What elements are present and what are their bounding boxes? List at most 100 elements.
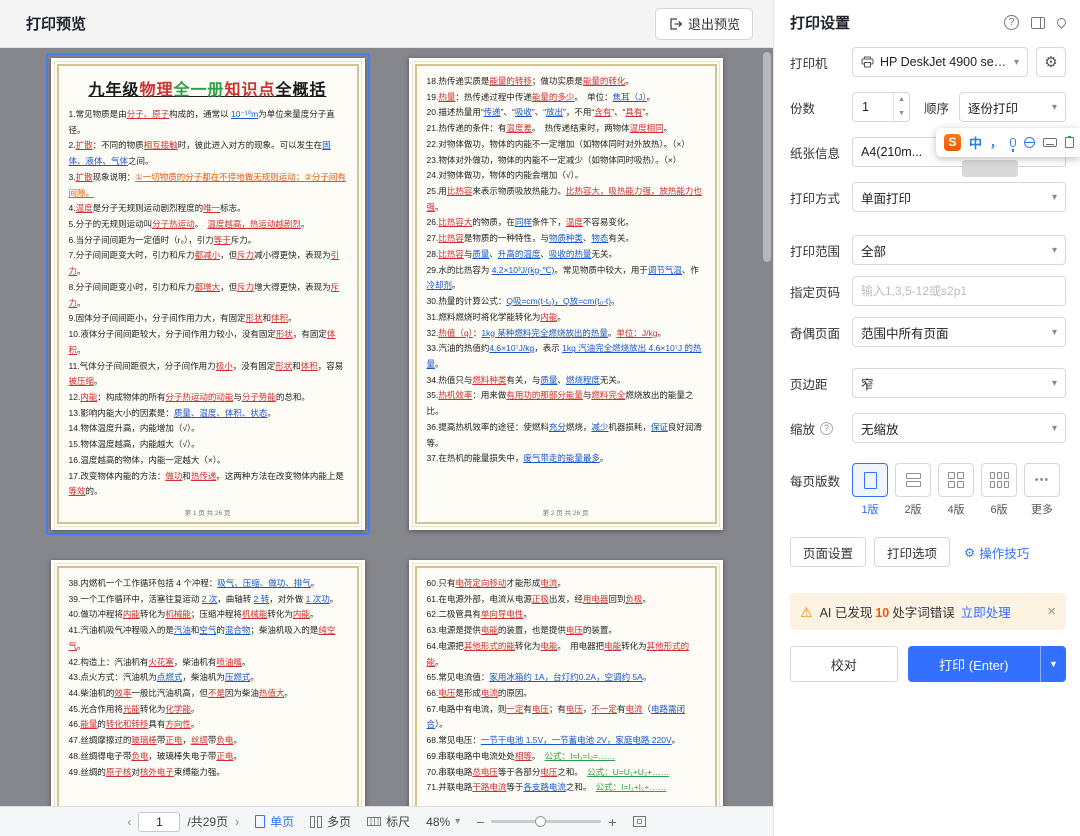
decrement-icon[interactable]: ▼ <box>894 107 909 121</box>
ime-mode-indicator[interactable]: 中 <box>969 133 982 152</box>
ruler-toggle-button[interactable]: 标尺 <box>367 813 410 830</box>
document-line: 61.在电源外部，电流从电源正极出发，经用电器回到负极。 <box>426 593 651 604</box>
pages-spec-label: 指定页码 <box>790 285 841 300</box>
pin-icon[interactable] <box>1055 16 1068 29</box>
order-select[interactable]: 逐份打印 ▾ <box>959 92 1066 122</box>
fix-now-link[interactable]: 立即处理 <box>961 606 1011 620</box>
odd-even-select[interactable]: 范围中所有页面 ▾ <box>852 317 1066 347</box>
keyboard-icon[interactable] <box>1043 138 1057 147</box>
document-line: 25.用比热容来表示物质吸放热能力。比热容大，吸热能力强，放热能力也强。 <box>426 186 702 212</box>
proofread-button[interactable]: 校对 <box>790 646 898 682</box>
scale-label: 缩放 <box>790 422 816 437</box>
document-line: 21.热传递的条件：有温度差。 热传递结束时，两物体温度相同。 <box>426 123 673 134</box>
ime-toolbar-shadow <box>962 160 1018 177</box>
microphone-icon[interactable] <box>1010 138 1016 152</box>
per-sheet-option-2版[interactable]: 2版 <box>895 463 931 517</box>
multi-page-view-button[interactable]: 多页 <box>310 813 351 830</box>
document-preview-area[interactable]: 九年级物理全一册知识点全概括 1.常见物质是由分子、原子构成的，通常以 10⁻¹⁰… <box>0 48 773 806</box>
print-settings-panel: 打印设置 ? 打印机 HP DeskJet 4900 series ▾ ⚙ 份数… <box>773 0 1080 836</box>
ime-skin-icon[interactable] <box>1024 137 1035 148</box>
ime-punctuation-icon[interactable]: ， <box>990 134 1002 151</box>
scale-row: 缩放 ? 无缩放 ▾ <box>790 413 1066 443</box>
preview-scrollbar[interactable] <box>763 52 771 802</box>
ruler-label: 标尺 <box>386 815 411 829</box>
info-icon[interactable]: ? <box>820 421 834 435</box>
document-line: 41.汽油机吸气冲程吸入的是汽油和空气的混合物；柴油机吸入的是纯空气。 <box>68 625 336 651</box>
per-sheet-option-1版[interactable]: 1版 <box>852 463 888 517</box>
odd-even-label: 奇偶页面 <box>790 326 841 341</box>
clipboard-icon[interactable] <box>1065 136 1074 148</box>
ime-toolbar[interactable]: S 中 ， <box>935 128 1080 157</box>
per-sheet-option-label: 4版 <box>947 504 965 516</box>
ruler-icon <box>367 817 382 826</box>
pages-spec-input[interactable] <box>852 276 1066 306</box>
margins-select[interactable]: 窄 ▾ <box>852 368 1066 398</box>
copies-stepper-arrows: ▲ ▼ <box>893 93 909 121</box>
print-dropdown-caret[interactable]: ▼ <box>1040 646 1066 682</box>
document-line: 31.燃料燃烧时将化学能转化为内能。 <box>426 311 566 322</box>
scrollbar-thumb[interactable] <box>763 52 771 262</box>
page-slot[interactable]: 18.热传递实质是能量的转移；做功实质是能量的转化。 19.热量：热传递过程中传递… <box>404 53 728 535</box>
preview-topbar: 打印预览 退出预览 <box>0 0 773 48</box>
document-line: 5.分子的无规则运动叫分子热运动。 温度越高，热运动越剧烈。 <box>68 219 310 230</box>
page-slot[interactable]: 38.内燃机一个工作循环包括 4 个冲程：吸气、压缩、做功、排气。 39.一个工作… <box>46 555 370 806</box>
ime-logo-icon[interactable]: S <box>943 134 961 151</box>
close-icon[interactable]: × <box>1047 603 1056 620</box>
fit-page-icon[interactable] <box>632 816 646 827</box>
help-icon[interactable]: ? <box>1004 15 1019 30</box>
ai-notice-text: AI 已发现 10 处字词错误 立即处理 <box>819 606 1011 620</box>
document-line: 48.丝绸得电子带负电，玻璃棒失电子带正电。 <box>68 750 242 761</box>
printer-properties-button[interactable]: ⚙ <box>1036 47 1066 77</box>
tips-link[interactable]: ⚙ 操作技巧 <box>964 543 1029 562</box>
chevron-down-icon: ▾ <box>1051 191 1057 203</box>
odd-even-value: 范围中所有页面 <box>861 326 949 341</box>
multi-page-label: 多页 <box>327 815 352 829</box>
scale-select[interactable]: 无缩放 ▾ <box>852 413 1066 443</box>
document-line: 27.比热容是物质的一种特性，与物质种类、物态有关。 <box>426 233 634 244</box>
document-line: 23.物体对外做功，物体的内能不一定减少（如物体同时吸热）。（×） <box>426 154 682 165</box>
print-options-button[interactable]: 打印选项 <box>874 537 951 567</box>
ai-proofread-notice: ⚠ AI 已发现 10 处字词错误 立即处理 × <box>790 593 1066 630</box>
document-line: 32.热值（q）：1kg 某种燃料完全燃烧放出的热量。单位：J/kg。 <box>426 327 667 338</box>
page-slot[interactable]: 60.只有电荷定向移动才能形成电流。 61.在电源外部，电流从电源正极出发，经用电… <box>404 555 728 806</box>
print-range-select[interactable]: 全部 ▾ <box>852 235 1066 265</box>
zoom-slider-thumb[interactable] <box>535 816 547 827</box>
page-title: 打印预览 <box>26 16 87 33</box>
exit-preview-button[interactable]: 退出预览 <box>654 7 753 40</box>
document-line: 22.对物体做功，物体的内能不一定增加（如物体同时对外放热）。（×） <box>426 138 690 149</box>
per-sheet-option-label: 2版 <box>904 504 922 516</box>
layout-panel-icon[interactable] <box>1031 16 1045 29</box>
document-line: 62.二极管具有单向导电性。 <box>426 609 532 620</box>
zoom-in-button[interactable]: + <box>608 814 616 830</box>
printer-icon <box>861 56 874 68</box>
document-line: 8.分子间间距变小时，引力和斥力都增大，但斥力增大得更快，表现为斥力。 <box>68 281 340 308</box>
previous-page-icon[interactable]: ‹ <box>127 815 131 829</box>
printer-select[interactable]: HP DeskJet 4900 series ▾ <box>852 47 1028 77</box>
print-button[interactable]: 打印 (Enter) ▼ <box>907 646 1066 682</box>
next-page-icon[interactable]: › <box>235 815 239 829</box>
page-number-input[interactable] <box>138 811 181 832</box>
per-sheet-icon <box>863 471 877 489</box>
page-setup-button[interactable]: 页面设置 <box>790 537 867 567</box>
increment-icon[interactable]: ▲ <box>894 93 909 107</box>
document-line: 14.物体温度升高，内能增加（√）。 <box>68 423 200 434</box>
per-sheet-option-4版[interactable]: 4版 <box>938 463 974 517</box>
page-slot[interactable]: 九年级物理全一册知识点全概括 1.常见物质是由分子、原子构成的，通常以 10⁻¹⁰… <box>45 53 370 535</box>
order-label: 顺序 <box>924 101 950 116</box>
settings-buttons-row: 页面设置 打印选项 ⚙ 操作技巧 <box>790 537 1066 567</box>
zoom-out-button[interactable]: − <box>476 814 484 830</box>
document-line: 19.热量：热传递过程中传递能量的多少。 单位：焦耳（J）。 <box>426 91 656 102</box>
order-value: 逐份打印 <box>968 101 1019 116</box>
document-line: 37.在热机的能量损失中，废气带走的能量最多。 <box>426 453 609 464</box>
zoom-controls: − + <box>476 814 616 830</box>
per-sheet-option-6版[interactable]: 6版 <box>981 463 1017 517</box>
zoom-slider[interactable] <box>491 816 602 827</box>
chevron-down-icon: ▾ <box>1051 244 1057 256</box>
per-sheet-option-更多[interactable]: ••• 更多 <box>1024 463 1060 517</box>
single-page-view-button[interactable]: 单页 <box>255 813 294 830</box>
zoom-level-dropdown[interactable]: 48% ▾ <box>426 815 460 829</box>
print-method-label: 打印方式 <box>790 191 841 206</box>
print-method-select[interactable]: 单面打印 ▾ <box>852 182 1066 212</box>
document-line: 40.做功冲程将内能转化为机械能；压缩冲程将机械能转化为内能。 <box>68 609 319 620</box>
copies-stepper[interactable]: 1 ▲ ▼ <box>852 92 910 122</box>
